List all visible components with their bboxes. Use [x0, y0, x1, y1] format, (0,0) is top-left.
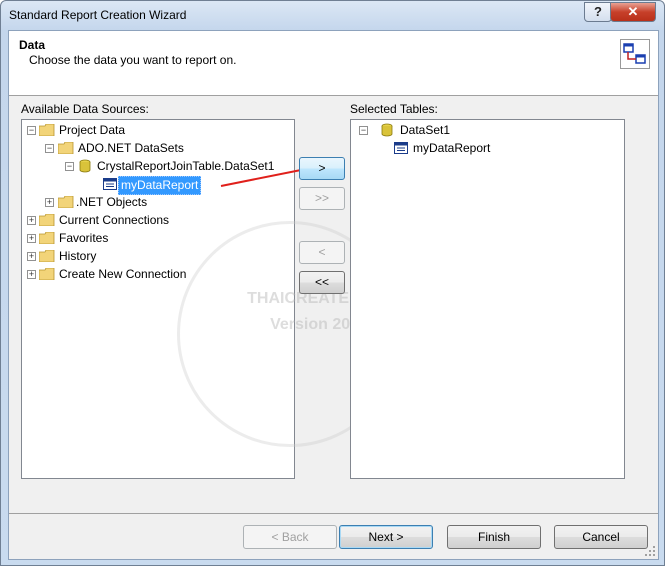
- collapse-icon[interactable]: −: [359, 126, 368, 135]
- folder-icon: [39, 268, 55, 280]
- add-all-button[interactable]: >>: [299, 187, 345, 210]
- wizard-header: Data Choose the data you want to report …: [9, 31, 658, 96]
- back-button[interactable]: < Back: [243, 525, 337, 549]
- folder-icon: [39, 232, 55, 244]
- expand-icon[interactable]: +: [27, 270, 36, 279]
- selected-tables-label: Selected Tables:: [350, 102, 438, 116]
- resize-grip-icon[interactable]: [644, 545, 656, 557]
- title-bar[interactable]: Standard Report Creation Wizard ? ✕: [1, 1, 664, 29]
- collapse-icon[interactable]: −: [45, 144, 54, 153]
- table-icon: [394, 142, 408, 154]
- folder-icon: [39, 250, 55, 262]
- help-button[interactable]: ?: [584, 2, 612, 22]
- page-subtitle: Choose the data you want to report on.: [29, 53, 237, 67]
- remove-table-button[interactable]: <: [299, 241, 345, 264]
- window-title: Standard Report Creation Wizard: [9, 8, 187, 22]
- folder-icon: [58, 196, 74, 208]
- expand-icon[interactable]: +: [27, 252, 36, 261]
- tree-node-favorites[interactable]: + Favorites: [22, 230, 292, 247]
- tree-node-create-new-connection[interactable]: + Create New Connection: [22, 266, 292, 283]
- tree-node-label: ADO.NET DataSets: [78, 141, 184, 155]
- tree-node-current-connections[interactable]: + Current Connections: [22, 212, 292, 229]
- tree-node-label: .NET Objects: [76, 195, 148, 209]
- tree-node-net-objects[interactable]: + .NET Objects: [22, 194, 292, 211]
- tree-node-selected-mydatareport[interactable]: myDataReport: [351, 140, 621, 157]
- expand-icon[interactable]: +: [45, 198, 54, 207]
- expand-icon[interactable]: +: [27, 216, 36, 225]
- table-icon: [103, 178, 117, 190]
- tree-node-ado-datasets[interactable]: − ADO.NET DataSets: [22, 140, 292, 157]
- data-wizard-icon: [620, 39, 650, 69]
- folder-icon: [39, 124, 55, 136]
- tree-node-label: DataSet1: [400, 123, 451, 137]
- tree-node-label: Current Connections: [59, 213, 170, 227]
- tree-node-label: myDataReport: [413, 141, 491, 155]
- wizard-window: Standard Report Creation Wizard ? ✕ Data…: [0, 0, 665, 566]
- database-icon: [381, 123, 393, 137]
- remove-all-button[interactable]: <<: [299, 271, 345, 294]
- finish-button[interactable]: Finish: [447, 525, 541, 549]
- tree-node-label-selected: myDataReport: [118, 176, 202, 195]
- next-button[interactable]: Next >: [339, 525, 433, 549]
- footer-separator: [9, 513, 658, 514]
- tree-node-project-data[interactable]: − Project Data: [22, 122, 292, 139]
- page-title: Data: [19, 38, 46, 52]
- close-button[interactable]: ✕: [610, 2, 656, 22]
- collapse-icon[interactable]: −: [65, 162, 74, 171]
- folder-icon: [39, 214, 55, 226]
- add-table-button[interactable]: >: [299, 157, 345, 180]
- collapse-icon[interactable]: −: [27, 126, 36, 135]
- tree-node-label: Favorites: [59, 231, 109, 245]
- database-icon: [79, 159, 91, 173]
- wizard-body: Data Choose the data you want to report …: [8, 30, 659, 560]
- selected-tables-tree[interactable]: − DataSet1 myDataReport: [350, 119, 625, 479]
- cancel-button[interactable]: Cancel: [554, 525, 648, 549]
- tree-node-label: Create New Connection: [59, 267, 187, 281]
- folder-icon: [58, 142, 74, 154]
- tree-node-history[interactable]: + History: [22, 248, 292, 265]
- tree-node-label: Project Data: [59, 123, 126, 137]
- available-sources-label: Available Data Sources:: [21, 102, 149, 116]
- expand-icon[interactable]: +: [27, 234, 36, 243]
- tree-node-label: History: [59, 249, 97, 263]
- tree-node-selected-dataset1[interactable]: − DataSet1: [351, 122, 621, 139]
